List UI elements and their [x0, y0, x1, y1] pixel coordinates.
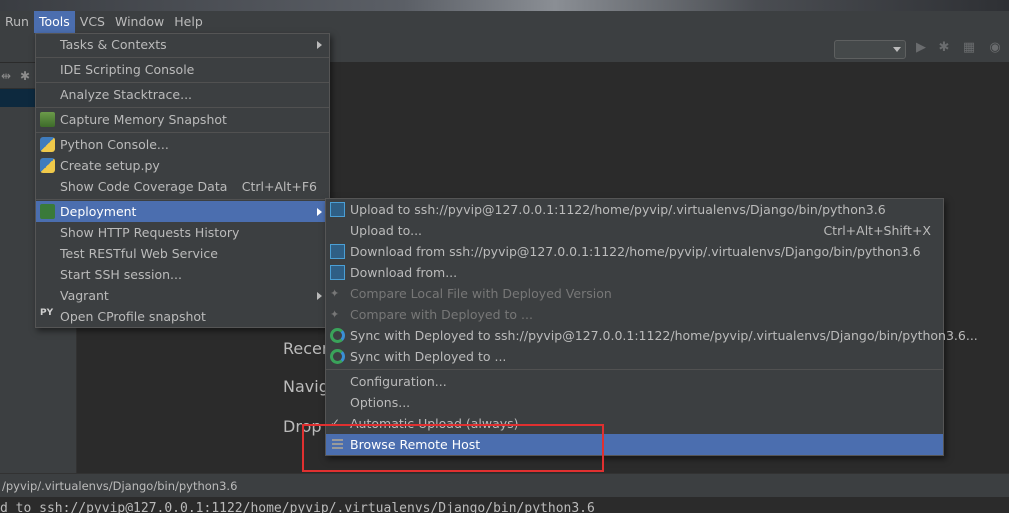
deployment-submenu: Upload to ssh://pyvip@127.0.0.1:1122/hom…	[325, 198, 978, 456]
menu-item-label: Compare Local File with Deployed Version	[350, 286, 612, 301]
download-icon	[330, 265, 345, 280]
menu-item-upload-to-server[interactable]: Upload to ssh://pyvip@127.0.0.1:1122/hom…	[326, 199, 943, 220]
menu-item-sync-with-server[interactable]: Sync with Deployed to ssh://pyvip@127.0.…	[326, 325, 978, 346]
python-icon	[40, 137, 55, 152]
menu-bar: Run Tools VCS Window Help	[0, 11, 1009, 33]
sync-icon	[330, 349, 345, 364]
menu-item-vagrant[interactable]: Vagrant	[36, 285, 329, 306]
menu-item-label: Download from...	[350, 265, 458, 280]
menu-item-compare-local-file: ✦ Compare Local File with Deployed Versi…	[326, 283, 943, 304]
menu-run[interactable]: Run	[0, 11, 34, 33]
menu-item-deployment[interactable]: Deployment	[36, 201, 329, 222]
menu-item-show-http-requests-history[interactable]: Show HTTP Requests History	[36, 222, 329, 243]
menu-item-test-restful-web-service[interactable]: Test RESTful Web Service	[36, 243, 329, 264]
menu-item-sync-with-deployed[interactable]: Sync with Deployed to ...	[326, 346, 943, 367]
menu-item-tasks-contexts[interactable]: Tasks & Contexts	[36, 34, 329, 55]
menu-item-capture-memory-snapshot[interactable]: Capture Memory Snapshot	[36, 109, 329, 130]
menu-item-label: Sync with Deployed to ssh://pyvip@127.0.…	[350, 328, 978, 343]
menu-item-label: Capture Memory Snapshot	[60, 112, 227, 127]
debug-icon[interactable]: ✱	[937, 41, 951, 55]
console-text: d to ssh://pyvip@127.0.0.1:1122/home/pyv…	[0, 501, 595, 513]
menu-item-shortcut: Ctrl+Alt+F6	[241, 179, 317, 194]
chevron-right-icon	[317, 292, 322, 300]
window-background-strip	[0, 0, 1009, 11]
menu-item-python-console[interactable]: Python Console...	[36, 134, 329, 155]
menu-window[interactable]: Window	[110, 11, 169, 33]
menu-item-label: Start SSH session...	[60, 267, 182, 282]
chevron-right-icon	[317, 208, 322, 216]
editor-hint-navigate: Navig	[283, 377, 329, 396]
menu-item-ide-scripting-console[interactable]: IDE Scripting Console	[36, 59, 329, 80]
capture-memory-icon	[40, 112, 55, 127]
menu-item-label: Options...	[350, 395, 411, 410]
coverage-icon[interactable]: ▦	[962, 41, 976, 55]
menu-item-label: Vagrant	[60, 288, 109, 303]
menu-item-label: Python Console...	[60, 137, 169, 152]
menu-item-start-ssh-session[interactable]: Start SSH session...	[36, 264, 329, 285]
tools-menu: Tasks & Contexts IDE Scripting Console A…	[35, 33, 330, 328]
menu-item-compare-with-deployed: ✦ Compare with Deployed to ...	[326, 304, 943, 325]
menu-item-analyze-stacktrace[interactable]: Analyze Stacktrace...	[36, 84, 329, 105]
status-bar: /pyvip/.virtualenvs/Django/bin/python3.6	[0, 473, 1009, 497]
menu-item-label: Upload to ssh://pyvip@127.0.0.1:1122/hom…	[350, 202, 886, 217]
run-configuration-dropdown[interactable]	[834, 40, 906, 59]
python-setup-icon	[40, 158, 55, 173]
menu-item-show-code-coverage[interactable]: Show Code Coverage Data Ctrl+Alt+F6	[36, 176, 329, 197]
menu-tools[interactable]: Tools	[33, 11, 75, 33]
menu-item-open-cprofile-snapshot[interactable]: PY Open CProfile snapshot	[36, 306, 329, 327]
py-profile-icon: PY	[40, 308, 54, 318]
status-text: /pyvip/.virtualenvs/Django/bin/python3.6	[2, 479, 238, 493]
menu-item-label: Download from ssh://pyvip@127.0.0.1:1122…	[350, 244, 921, 259]
sync-icon	[330, 328, 345, 343]
menu-item-options[interactable]: Options...	[326, 392, 943, 413]
menu-item-label: Create setup.py	[60, 158, 160, 173]
chevron-right-icon	[317, 41, 322, 49]
menu-vcs[interactable]: VCS	[75, 11, 110, 33]
menu-item-label: Deployment	[60, 204, 137, 219]
menu-item-create-setup-py[interactable]: Create setup.py	[36, 155, 329, 176]
menu-item-label: Open CProfile snapshot	[60, 309, 206, 324]
menu-help[interactable]: Help	[169, 11, 208, 33]
menu-item-download-from-server[interactable]: Download from ssh://pyvip@127.0.0.1:1122…	[326, 241, 943, 262]
highlight-annotation-box	[302, 424, 604, 472]
menu-item-label: Test RESTful Web Service	[60, 246, 218, 261]
menu-item-label: Show HTTP Requests History	[60, 225, 240, 240]
run-icon[interactable]: ▶	[914, 41, 928, 55]
menu-item-label: Upload to...	[350, 223, 423, 238]
download-icon	[330, 244, 345, 259]
console-output: d to ssh://pyvip@127.0.0.1:1122/home/pyv…	[0, 497, 1009, 513]
menu-item-label: Tasks & Contexts	[60, 37, 167, 52]
menu-item-label: IDE Scripting Console	[60, 62, 195, 77]
upload-icon	[330, 202, 345, 217]
compare-icon: ✦	[330, 308, 340, 321]
menu-item-label: Sync with Deployed to ...	[350, 349, 507, 364]
menu-item-download-from[interactable]: Download from...	[326, 262, 943, 283]
menu-item-label: Analyze Stacktrace...	[60, 87, 193, 102]
chevron-down-icon	[893, 47, 901, 52]
menu-item-label: Show Code Coverage Data	[60, 179, 228, 194]
menu-item-label: Compare with Deployed to ...	[350, 307, 533, 322]
menu-item-upload-to[interactable]: Upload to... Ctrl+Alt+Shift+X	[326, 220, 943, 241]
menu-item-shortcut: Ctrl+Alt+Shift+X	[823, 223, 931, 238]
profile-icon[interactable]: ◉	[988, 41, 1002, 55]
compare-icon: ✦	[330, 287, 340, 300]
menu-item-label: Configuration...	[350, 374, 447, 389]
settings-icon[interactable]: ✱	[20, 69, 30, 83]
collapse-icon[interactable]: ⇹	[1, 69, 11, 83]
menu-item-configuration[interactable]: Configuration...	[326, 371, 943, 392]
deployment-icon	[40, 204, 55, 219]
